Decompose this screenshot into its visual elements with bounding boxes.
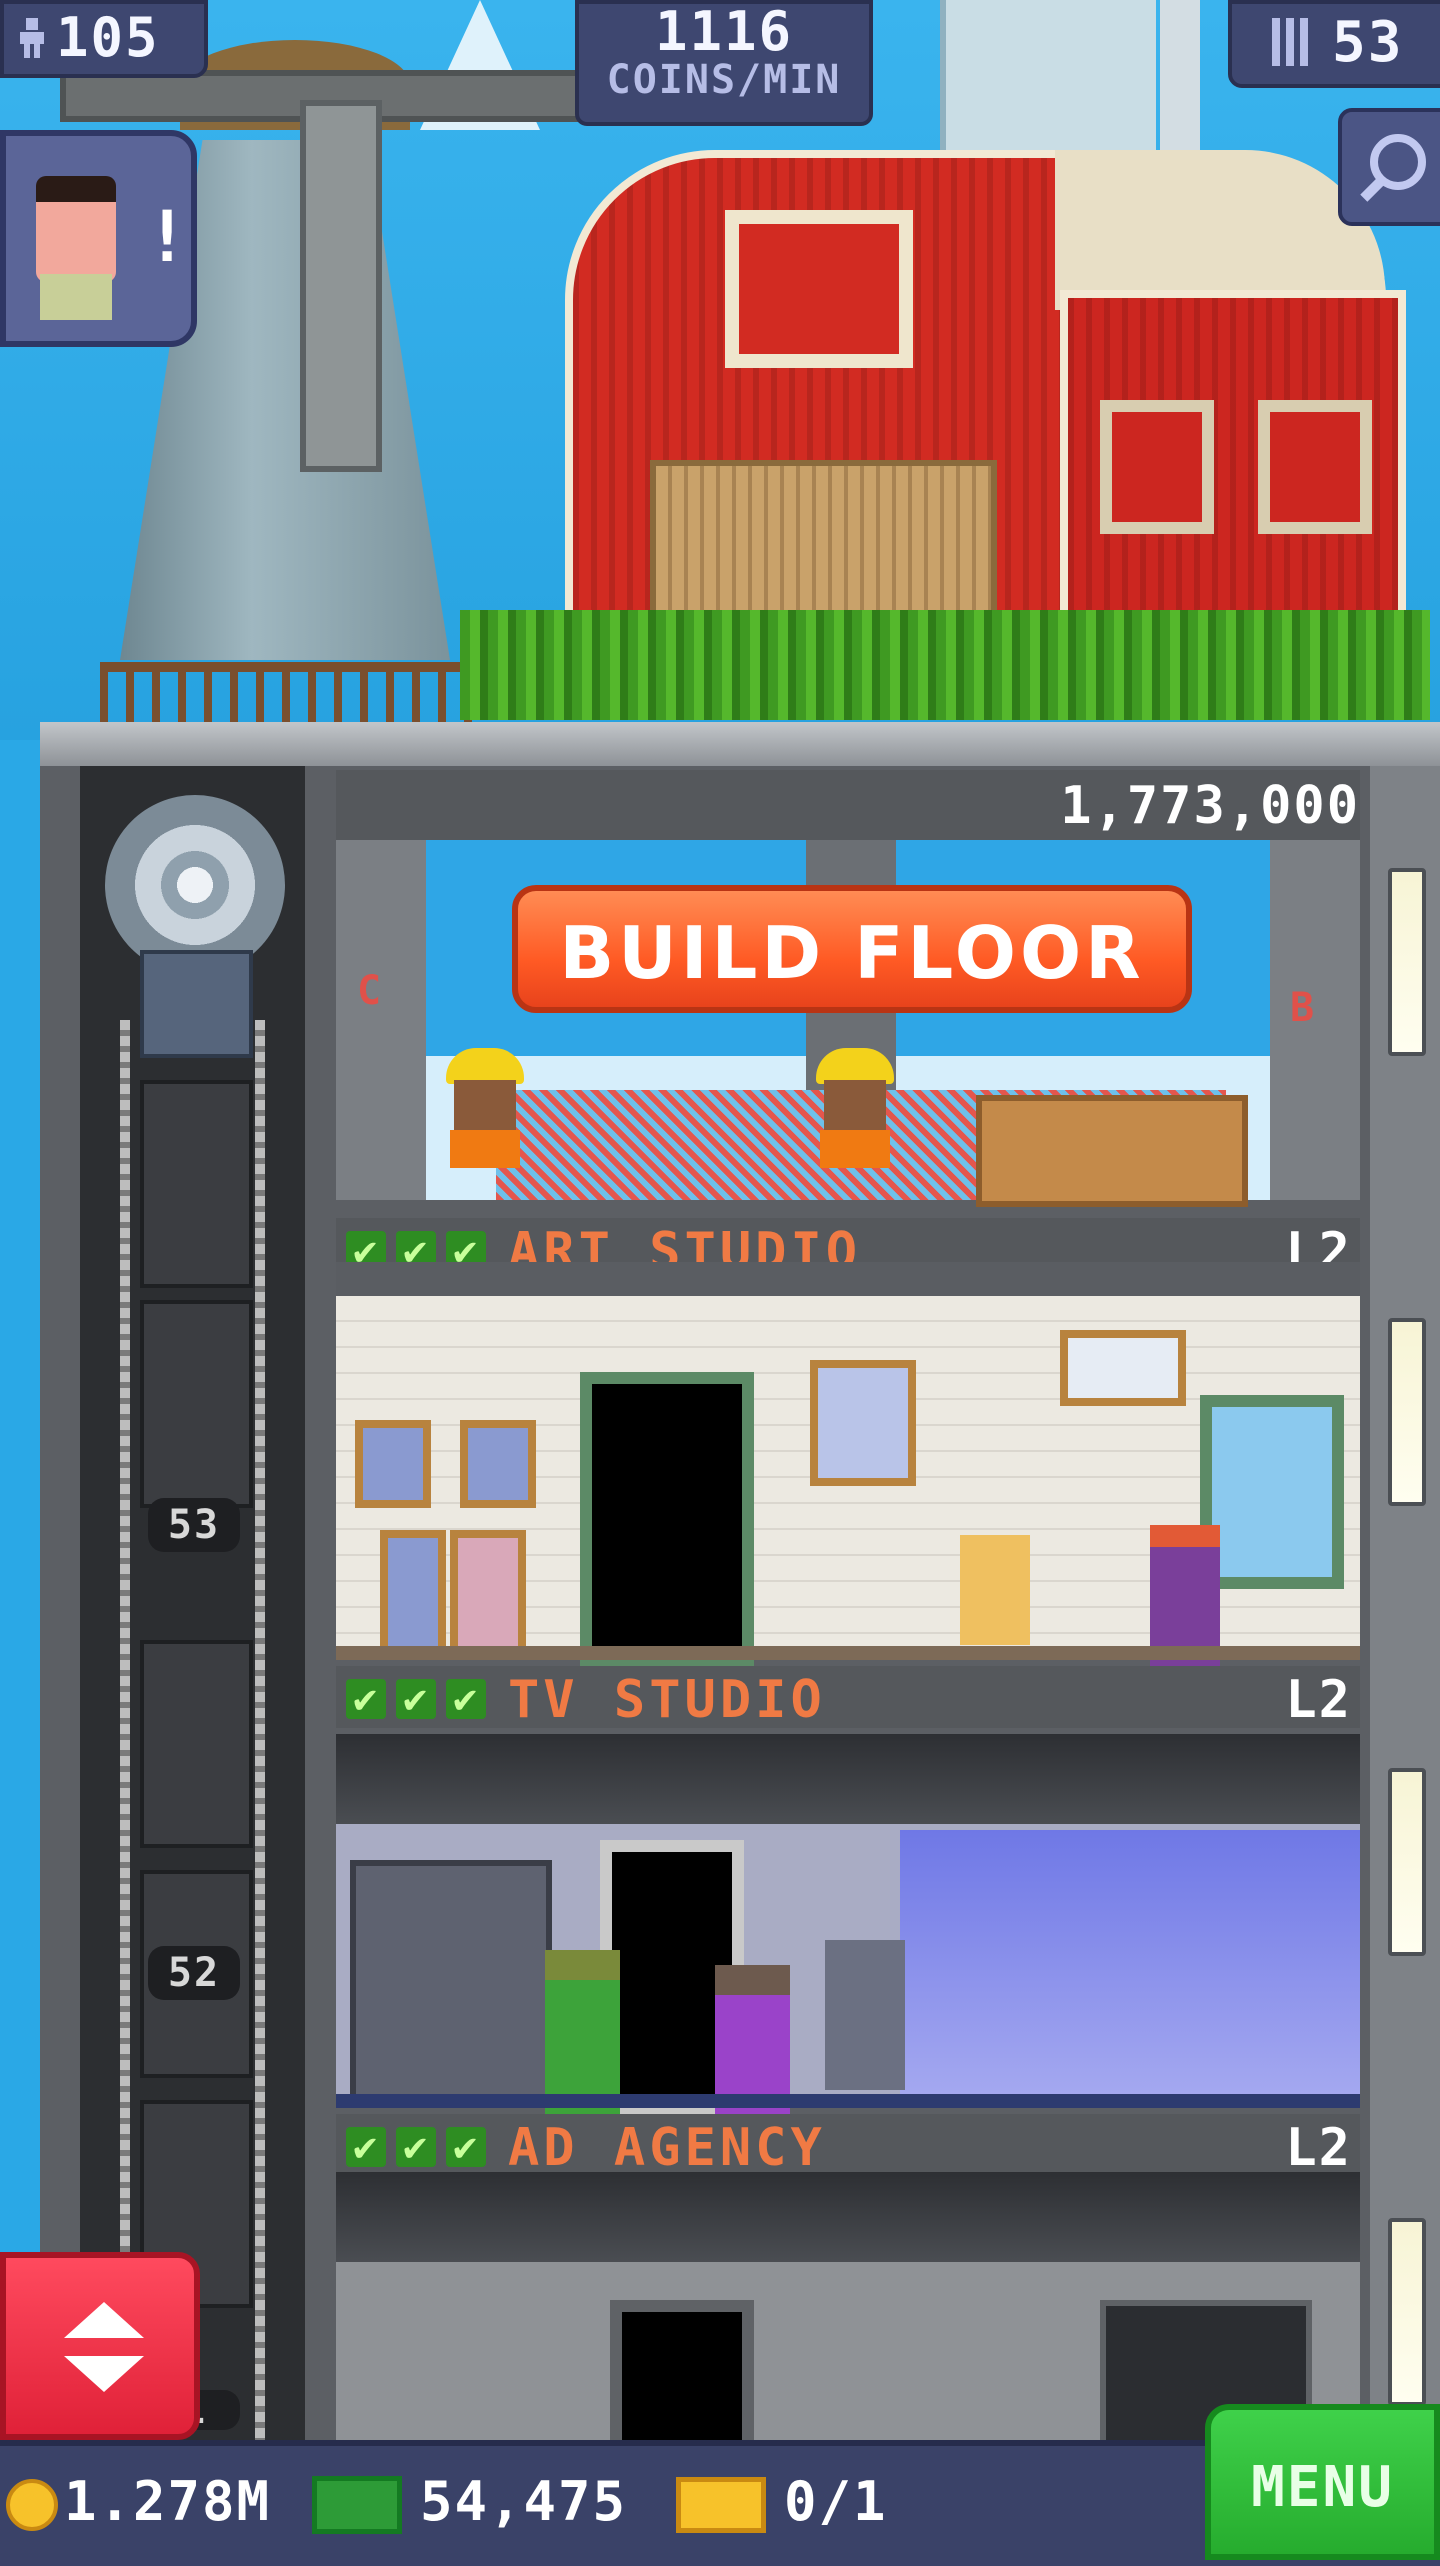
build-floor-cost: 1,773,000 [1060,776,1360,836]
barn-window [1100,400,1214,534]
elevator-pulley [105,795,285,975]
window [1200,1395,1344,1589]
stock-checks: ✔ ✔ ✔ [346,2124,496,2170]
painting [810,1360,916,1486]
search-button[interactable] [1338,108,1440,226]
construction-worker [440,1048,530,1168]
floor-label-ad-agency[interactable]: ✔ ✔ ✔ AD AGENCY L2 [336,2114,1360,2178]
painting [355,1420,431,1508]
up-down-arrows-icon [64,2302,144,2338]
ticket-icon [676,2477,766,2534]
wall-light [1388,868,1426,1056]
floor-label-tv-studio[interactable]: ✔ ✔ ✔ TV STUDIO L2 [336,1666,1360,1730]
floor-count-value: 53 [1332,10,1404,75]
avatar [36,176,116,282]
coin-icon [6,2479,58,2532]
floor-level: L2 [1285,2118,1352,2178]
elevator-button[interactable] [0,2252,200,2440]
distant-tower [1160,0,1200,160]
barn-loft-window [725,210,913,368]
elevator-door [580,1372,754,1670]
tower-roof-beam [40,722,1440,766]
bux-display[interactable]: 54,475 [312,2462,627,2542]
painting [380,1530,446,1656]
bux-value: 54,475 [420,2470,628,2533]
bitizen-alert-button[interactable]: ! [0,130,197,347]
tickets-value: 0/1 [784,2470,888,2533]
roof-grass [460,610,1430,720]
construction-worker [810,1048,900,1168]
windmill-blade-vertical [300,100,382,472]
coins-per-minute-label: COINS/MIN [606,57,842,103]
wall-light [1388,2218,1426,2406]
distant-skyscraper [940,0,1156,150]
floor-number-badge: 52 [148,1946,240,2000]
cash-icon [312,2476,402,2535]
elevator-cable [120,1020,130,2440]
coins-per-minute-value: 1116 [654,0,794,63]
person-icon [18,18,46,58]
build-floor-button[interactable]: BUILD FLOOR [512,885,1192,1013]
elevator-cable [255,1020,265,2440]
wall-light [1388,1318,1426,1506]
fence [100,662,480,724]
floor-name: AD AGENCY [508,2118,826,2178]
coins-display[interactable]: 1.278M [6,2462,271,2542]
studio-backdrop [900,1830,1360,2100]
coins-value: 1.278M [64,2470,272,2533]
floor-level: L2 [1285,1670,1352,1730]
floor-number-badge: 53 [148,1498,240,1552]
floor-name: TV STUDIO [508,1670,826,1730]
exclamation-icon: ! [146,196,189,278]
elevator-motor [140,950,253,1058]
visitor [960,1535,1030,1645]
construction-marker-c: C [357,968,384,1014]
population-counter[interactable]: 105 [0,0,208,78]
wall-light [1388,1768,1426,1956]
editing-console [350,1860,552,2102]
painting [450,1530,526,1656]
tickets-display[interactable]: 0/1 [676,2462,888,2542]
barn-window [1258,400,1372,534]
menu-button[interactable]: MENU [1205,2404,1440,2560]
construction-marker-b: B [1290,985,1317,1031]
painting [460,1420,536,1508]
camera [825,1940,905,2090]
building-icon [1272,18,1308,66]
supply-crate [976,1095,1248,1207]
stock-checks: ✔ ✔ ✔ [346,1676,496,1722]
coins-per-minute-panel: 1116 COINS/MIN [575,0,873,126]
painting [1060,1330,1186,1406]
floor-count-button[interactable]: 53 [1228,0,1440,88]
population-value: 105 [56,6,160,69]
